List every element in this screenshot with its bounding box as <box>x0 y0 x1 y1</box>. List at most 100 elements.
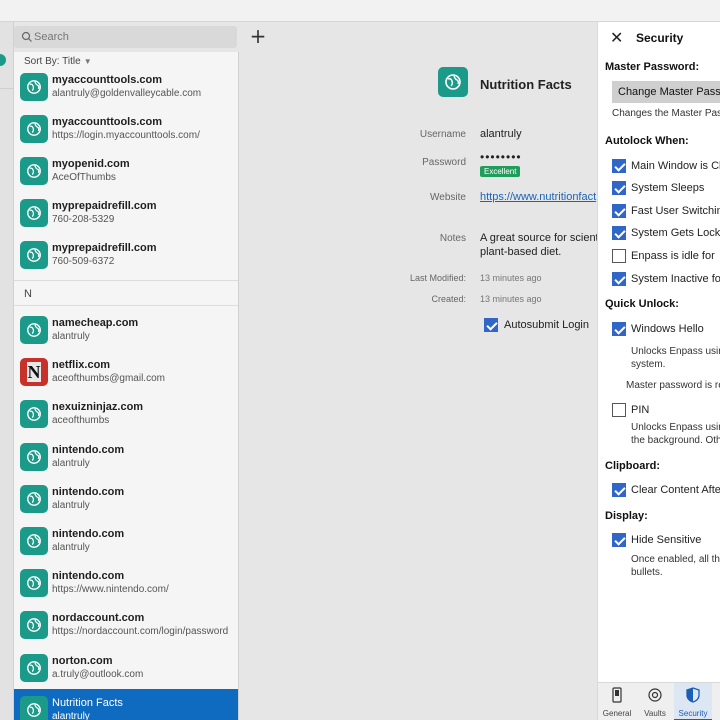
created-label: Created: <box>431 294 466 304</box>
list-item[interactable]: myopenid.com AceOfThumbs <box>14 150 238 192</box>
shield-icon <box>686 687 700 703</box>
clear-content-option[interactable]: Clear Content After <box>612 483 720 499</box>
autolock-option-label: System Inactive for <box>631 273 720 285</box>
list-item[interactable]: myprepaidrefill.com 760-208-5329 <box>14 192 238 234</box>
globe-icon <box>20 484 48 513</box>
list-item[interactable]: namecheap.com alantruly <box>14 309 238 351</box>
tab-vaults[interactable]: Vaults <box>636 683 674 720</box>
pin-checkbox[interactable] <box>612 403 626 417</box>
autosubmit-checkbox[interactable] <box>484 318 498 332</box>
autolock-checkbox[interactable] <box>612 249 626 263</box>
list-item[interactable]: Nnetflix.com aceofthumbs@gmail.com <box>14 351 238 393</box>
autolock-option-label: System Gets Locked <box>631 227 720 239</box>
hide-sensitive-option[interactable]: Hide Sensitive <box>612 533 720 549</box>
list-item[interactable]: Nutrition Facts alantruly <box>14 688 238 720</box>
autolock-checkbox[interactable] <box>612 226 626 240</box>
list-item-subtitle: alantruly <box>52 542 90 553</box>
website-link[interactable]: https://www.nutritionfact <box>480 191 596 203</box>
list-item[interactable]: nintendo.com alantruly <box>14 436 238 478</box>
list-item-subtitle: https://nordaccount.com/login/password <box>52 626 229 638</box>
list-item[interactable]: myprepaidrefill.com 760-509-6372 <box>14 234 238 276</box>
globe-icon <box>20 527 48 555</box>
globe-icon <box>20 115 48 143</box>
autolock-checkbox[interactable] <box>612 181 626 195</box>
pin-desc-1: Unlocks Enpass using <box>631 422 720 433</box>
globe-icon <box>20 653 48 682</box>
windows-hello-checkbox[interactable] <box>612 322 626 336</box>
security-settings-panel: ✕ Security Master Password: Change Maste… <box>597 22 720 720</box>
last-modified-label: Last Modified: <box>409 273 466 283</box>
list-item-subtitle: 760-208-5329 <box>52 214 115 225</box>
phone-icon <box>612 687 622 703</box>
netflix-icon: N <box>20 358 48 387</box>
list-item-subtitle: https://login.myaccounttools.com/ <box>52 130 200 141</box>
display-heading: Display: <box>605 510 648 522</box>
clear-content-checkbox[interactable] <box>612 483 626 497</box>
password-value[interactable]: •••••••• <box>480 150 522 164</box>
autolock-option[interactable]: Fast User Switching <box>612 204 720 220</box>
list-item-subtitle: alantruly@goldenvalleycable.com <box>52 88 202 99</box>
list-item-title: Nutrition Facts <box>52 696 123 709</box>
settings-tab-bar: General Vaults Security <box>598 682 720 720</box>
list-item-title: namecheap.com <box>52 317 139 329</box>
list-item[interactable]: nintendo.com alantruly <box>14 520 238 562</box>
list-item[interactable]: nintendo.com https://www.nintendo.com/ <box>14 562 238 604</box>
autolock-option[interactable]: System Sleeps <box>612 181 720 197</box>
list-item-subtitle: aceofthumbs <box>52 415 110 427</box>
search-bar[interactable] <box>14 26 237 48</box>
list-item[interactable]: nexuizninjaz.com aceofthumbs <box>14 393 238 435</box>
autolock-option-label: Main Window is Clo <box>631 160 720 172</box>
autolock-option[interactable]: Enpass is idle for <box>612 249 720 265</box>
item-detail-pane: Nutrition Facts Username alantruly Passw… <box>240 52 601 720</box>
autolock-option[interactable]: System Inactive for <box>612 272 720 288</box>
list-item[interactable]: norton.com a.truly@outlook.com <box>14 647 238 689</box>
search-input[interactable] <box>34 28 230 46</box>
autolock-option[interactable]: System Gets Locked <box>612 226 720 242</box>
hide-sensitive-desc-1: Once enabled, all the <box>631 554 720 565</box>
clipboard-heading: Clipboard: <box>605 460 660 472</box>
globe-icon <box>20 400 48 429</box>
windows-hello-option[interactable]: Windows Hello <box>612 322 720 338</box>
close-icon[interactable]: ✕ <box>610 28 623 47</box>
list-item-subtitle: 760-509-6372 <box>52 256 115 267</box>
rail-divider <box>0 88 14 89</box>
notes-line-2: plant-based diet. <box>480 246 562 258</box>
tab-general[interactable]: General <box>598 683 636 720</box>
list-item-title: myprepaidrefill.com <box>52 242 157 254</box>
list-item[interactable]: myaccounttools.com https://login.myaccoun… <box>14 108 238 150</box>
add-item-button[interactable]: + <box>248 26 268 48</box>
change-master-password-button[interactable]: Change Master Passwo <box>612 81 720 103</box>
password-label: Password <box>422 157 466 168</box>
hide-sensitive-checkbox[interactable] <box>612 533 626 547</box>
pin-option[interactable]: PIN <box>612 403 720 419</box>
autolock-option-label: Enpass is idle for <box>631 250 715 262</box>
list-item-title: nintendo.com <box>52 570 125 583</box>
tab-security[interactable]: Security <box>674 683 712 720</box>
master-password-heading: Master Password: <box>605 61 700 73</box>
autolock-checkbox[interactable] <box>612 159 626 173</box>
pin-label: PIN <box>631 404 650 416</box>
list-item-title: nintendo.com <box>52 443 125 456</box>
vault-icon <box>648 688 662 702</box>
list-item[interactable]: nintendo.com alantruly <box>14 478 238 520</box>
windows-hello-label: Windows Hello <box>631 323 704 335</box>
autolock-option-label: System Sleeps <box>631 182 705 194</box>
globe-icon <box>20 569 48 598</box>
autolock-option[interactable]: Main Window is Clo <box>612 159 720 175</box>
list-item-title: myaccounttools.com <box>52 74 163 86</box>
quick-unlock-heading: Quick Unlock: <box>605 298 679 310</box>
created-value: 13 minutes ago <box>480 294 542 304</box>
list-item[interactable]: myaccounttools.com alantruly@goldenvalley… <box>14 66 238 108</box>
username-label: Username <box>419 129 466 140</box>
username-value[interactable]: alantruly <box>480 128 522 140</box>
list-item[interactable]: nordaccount.com https://nordaccount.com/l… <box>14 604 238 646</box>
autolock-heading: Autolock When: <box>605 135 689 147</box>
list-item-subtitle: alantruly <box>52 710 90 720</box>
globe-icon <box>20 695 48 720</box>
section-letter: N <box>24 288 32 300</box>
list-item-subtitle: AceOfThumbs <box>52 172 116 183</box>
autolock-checkbox[interactable] <box>612 272 626 286</box>
list-item-subtitle: https://www.nintendo.com/ <box>52 584 169 596</box>
autolock-checkbox[interactable] <box>612 204 626 218</box>
vault-indicator-icon[interactable] <box>0 54 6 66</box>
